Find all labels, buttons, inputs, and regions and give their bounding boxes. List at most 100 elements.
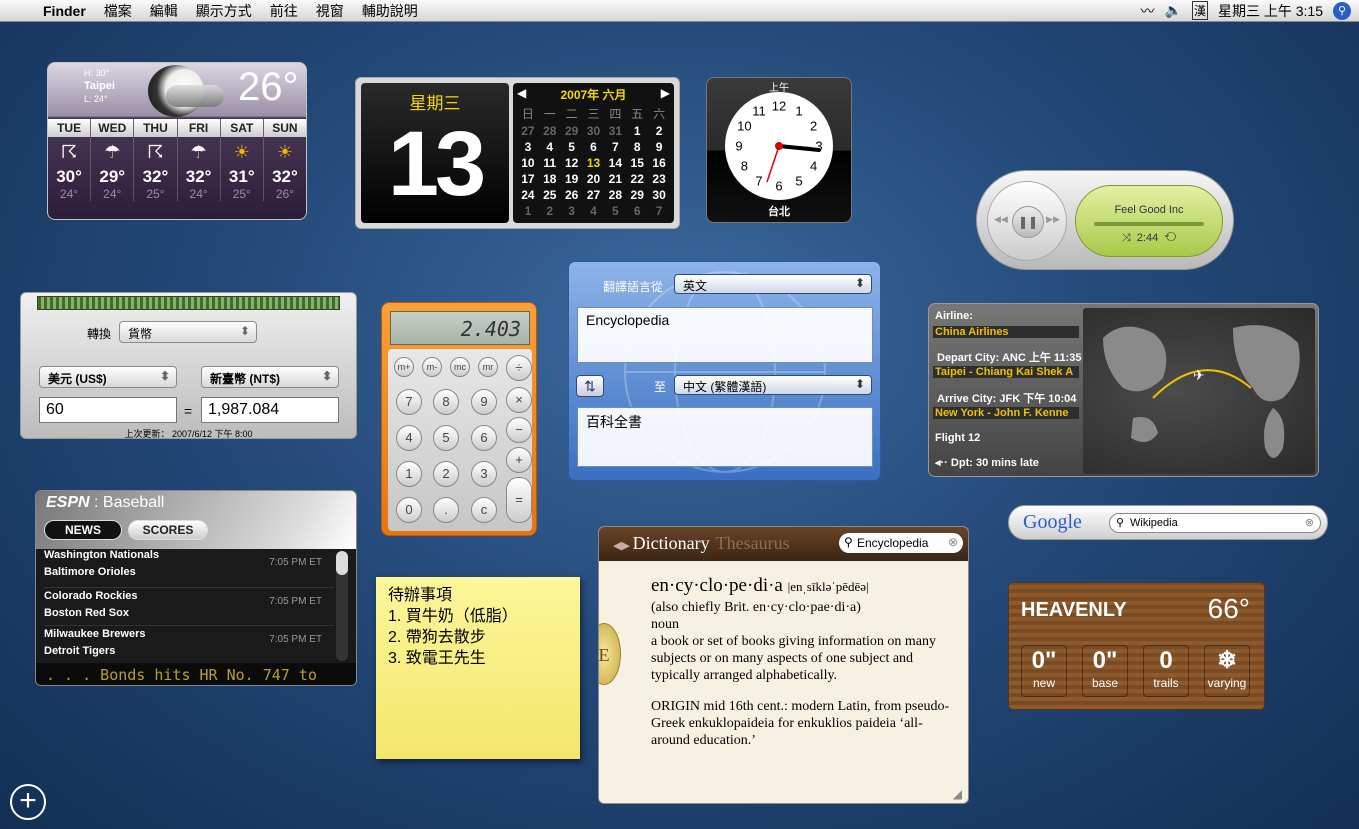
calc-key[interactable]: 6 xyxy=(471,425,497,451)
menu-go[interactable]: 前往 xyxy=(261,1,307,21)
to-value-input[interactable]: 1,987.084 xyxy=(201,397,339,423)
clock-number: 12 xyxy=(771,98,787,114)
clock-number: 9 xyxy=(735,138,743,154)
calendar-date: 27 xyxy=(586,188,601,202)
calendar-date: 13 xyxy=(586,156,601,170)
menu-view[interactable]: 顯示方式 xyxy=(187,1,261,21)
menu-window[interactable]: 視窗 xyxy=(307,1,353,21)
spotlight-icon[interactable]: ⚲ xyxy=(1333,1,1351,20)
calc-key[interactable]: . xyxy=(433,497,459,523)
volume-icon[interactable]: 🔈 xyxy=(1165,2,1182,19)
calendar-date: 4 xyxy=(546,140,554,154)
itunes-control-wheel[interactable]: ◀◀ ❚❚ ▶▶ xyxy=(987,181,1067,261)
menu-finder[interactable]: Finder xyxy=(34,3,95,19)
back-arrow-icon[interactable]: ◂·· xyxy=(935,457,951,469)
calc-key[interactable]: × xyxy=(506,387,532,413)
conversion-type-select[interactable]: 貨幣 xyxy=(119,321,257,343)
airline-select[interactable]: China Airlines xyxy=(933,326,1079,338)
shuffle-icon[interactable]: ⤨ xyxy=(1122,232,1131,244)
menu-help[interactable]: 輔助說明 xyxy=(353,1,427,21)
from-value-input[interactable]: 60 xyxy=(39,397,177,423)
game-row[interactable]: Colorado Rockies Boston Red Sox 7:05 PM ET xyxy=(44,587,334,619)
calc-key[interactable]: 9 xyxy=(471,389,497,415)
ski-report-widget[interactable]: HEAVENLY 66° 0" new 0" base 0 trails ❄ varyi… xyxy=(1008,582,1265,710)
calc-key[interactable]: 1 xyxy=(396,461,422,487)
flight-tracker-widget[interactable]: Airline: China Airlines Depart City: ANC… xyxy=(928,303,1319,477)
input-method-icon[interactable]: 漢 xyxy=(1191,1,1208,20)
translation-widget[interactable]: 翻譯語言從 英文 Encyclopedia ⇅ 至 中文 (繁體漢語) 百科全書 xyxy=(568,261,881,481)
calc-key[interactable]: 3 xyxy=(471,461,497,487)
dictionary-search-input[interactable]: ⚲ Encyclopedia ⊗ xyxy=(839,533,963,553)
clear-search-icon[interactable]: ⊗ xyxy=(948,535,958,549)
game-row[interactable]: Milwaukee Brewers Detroit Tigers 7:05 PM E… xyxy=(44,625,334,657)
world-clock-widget[interactable]: 上午 12 1 2 3 4 5 6 7 8 9 10 11 台北 xyxy=(706,77,852,223)
calendar-widget[interactable]: 星期三 13 ◀ 2007年 六月 ▶ 日一二三四五六 27 28 29 30 31 1 2 3 4 5… xyxy=(355,77,680,229)
arrive-city-select[interactable]: New York - John F. Kenne xyxy=(933,407,1079,419)
espn-logo: ESPN xyxy=(46,494,90,511)
menu-edit[interactable]: 編輯 xyxy=(141,1,187,21)
tab-news[interactable]: NEWS xyxy=(44,520,122,540)
prev-month-arrow-icon[interactable]: ◀ xyxy=(517,86,526,103)
calc-key[interactable]: − xyxy=(506,417,532,443)
calc-key[interactable]: m+ xyxy=(394,357,414,377)
calc-key[interactable]: 0 xyxy=(396,497,422,523)
calc-key[interactable]: = xyxy=(506,477,532,523)
resort-name: HEAVENLY xyxy=(1021,599,1127,621)
source-text-input[interactable]: Encyclopedia xyxy=(577,307,873,363)
calc-key[interactable]: 8 xyxy=(433,389,459,415)
calc-key[interactable]: mr xyxy=(478,357,498,377)
calculator-widget[interactable]: 2.403 m+ m-mc mr ÷ 7 8 9 × 4 5 6− 1 2 3 +0. c = xyxy=(381,302,537,536)
forecast-day: TUE ☈ 30° 24° xyxy=(48,119,92,201)
calc-key[interactable]: + xyxy=(506,447,532,473)
espn-widget[interactable]: ESPN : Baseball NEWS SCORES Washington N… xyxy=(35,490,357,686)
depart-city-select[interactable]: Taipei - Chiang Kai Shek A xyxy=(933,366,1079,378)
network-icon[interactable]: 〰 xyxy=(1141,1,1155,21)
calendar-date: 31 xyxy=(608,124,623,138)
from-unit-select[interactable]: 美元 (US$) xyxy=(39,366,177,388)
resize-handle-icon[interactable]: ◢ xyxy=(953,787,962,801)
scores-scrollbar[interactable] xyxy=(336,551,348,661)
calc-key[interactable]: c xyxy=(471,497,497,523)
previous-track-icon[interactable]: ◀◀ xyxy=(994,214,1008,225)
tab-scores[interactable]: SCORES xyxy=(128,520,208,540)
to-unit-select[interactable]: 新臺幣 (NT$) xyxy=(201,366,339,388)
weather-widget[interactable]: H: 30° Taipei L: 24° 26° TUE ☈ 30° 24° WED ☂… xyxy=(47,62,307,220)
next-month-arrow-icon[interactable]: ▶ xyxy=(661,86,670,103)
calc-key[interactable]: 2 xyxy=(433,461,459,487)
unit-converter-widget[interactable]: 轉換 貨幣 美元 (US$) 新臺幣 (NT$) 60 = 1,987.084 … xyxy=(20,292,357,439)
weather-low: L: 24° xyxy=(84,94,108,104)
itunes-progress-bar[interactable] xyxy=(1094,222,1204,226)
source-language-select[interactable]: 英文 xyxy=(674,274,872,294)
menu-clock[interactable]: 星期三 上午 3:15 xyxy=(1218,1,1323,21)
weather-forecast: TUE ☈ 30° 24° WED ☂ 29° 24° THU ☈ 32° 25° FRI ☂ 32°… xyxy=(48,119,306,201)
menu-file[interactable]: 檔案 xyxy=(95,1,141,21)
stickies-widget[interactable]: 待辦事項 1. 買牛奶（低脂） 2. 帶狗去散步 3. 致電王先生 xyxy=(376,577,580,759)
calc-key[interactable]: 7 xyxy=(396,389,422,415)
itunes-widget[interactable]: ◀◀ ❚❚ ▶▶ Feel Good Inc ⤨ 2:44 ⟲ xyxy=(976,170,1234,270)
google-search-widget[interactable]: Google ⚲ Wikipedia ⊗ xyxy=(1008,505,1328,540)
clear-search-icon[interactable]: ⊗ xyxy=(1305,516,1314,529)
dictionary-widget[interactable]: ◀▶ Dictionary Thesaurus ⚲ Encyclopedia ⊗ … xyxy=(598,526,969,804)
calc-key[interactable]: ÷ xyxy=(506,355,532,381)
google-search-input[interactable]: ⚲ Wikipedia ⊗ xyxy=(1109,513,1321,533)
repeat-icon[interactable]: ⟲ xyxy=(1164,232,1176,244)
swap-languages-icon[interactable]: ⇅ xyxy=(576,375,604,397)
clock-number: 2 xyxy=(810,118,818,134)
calc-key[interactable]: 5 xyxy=(433,425,459,451)
calc-key[interactable]: mc xyxy=(450,357,470,377)
calc-key[interactable]: 4 xyxy=(396,425,422,451)
target-language-select[interactable]: 中文 (繁體漢語) xyxy=(674,375,872,395)
news-ticker[interactable]: . . . Bonds hits HR No. 747 to xyxy=(36,663,356,685)
game-row[interactable]: Washington Nationals Baltimore Orioles 7:0… xyxy=(44,549,334,578)
dictionary-nav-arrows-icon[interactable]: ◀▶ xyxy=(613,540,633,552)
next-track-icon[interactable]: ▶▶ xyxy=(1046,214,1060,225)
pause-button[interactable]: ❚❚ xyxy=(1012,206,1044,238)
sticky-line: 待辦事項 xyxy=(388,587,453,604)
calendar-day-panel[interactable]: 星期三 13 xyxy=(361,83,509,223)
calc-key[interactable]: m- xyxy=(422,357,442,377)
tab-thesaurus[interactable]: Thesaurus xyxy=(716,533,790,553)
add-widget-button[interactable]: + xyxy=(10,784,46,820)
tab-dictionary[interactable]: Dictionary xyxy=(633,533,710,553)
thunderstorm-icon: ☈ xyxy=(147,142,164,162)
forecast-day: SAT ☀ 31° 25° xyxy=(220,119,264,201)
